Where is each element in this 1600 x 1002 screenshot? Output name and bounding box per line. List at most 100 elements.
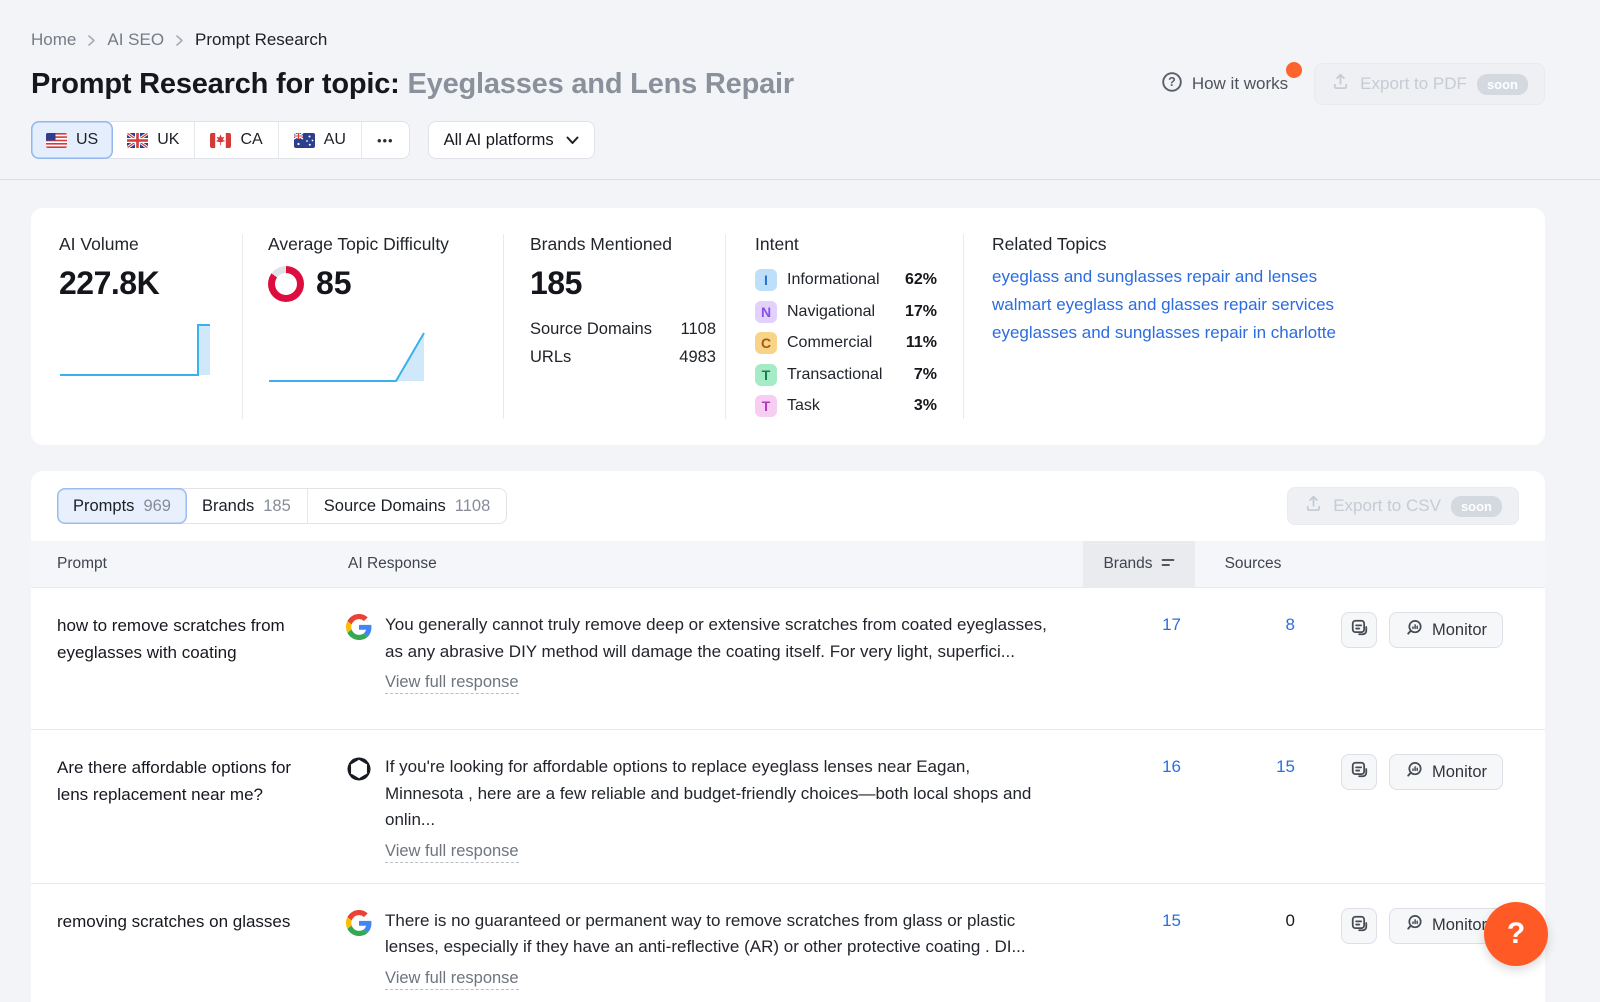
intent-row-commercial: C Commercial 11% <box>755 332 937 354</box>
brands-count-link[interactable]: 17 <box>1162 615 1181 634</box>
breadcrumb-ai-seo[interactable]: AI SEO <box>107 30 164 50</box>
brands-count-link[interactable]: 16 <box>1162 757 1181 776</box>
chevron-right-icon <box>88 35 95 46</box>
sort-icon <box>1161 555 1175 573</box>
brands-mentioned-value: 185 <box>530 265 725 302</box>
svg-text:?: ? <box>1168 75 1176 89</box>
prompt-text: removing scratches on glasses <box>31 908 346 935</box>
copy-report-icon <box>1350 760 1369 784</box>
table-header: Prompt AI Response Brands Sources <box>31 541 1545 587</box>
column-header-ai-response: AI Response <box>346 555 1083 573</box>
table-row: how to remove scratches from eyeglasses … <box>31 587 1545 729</box>
soon-badge: soon <box>1477 74 1528 95</box>
notification-dot <box>1286 62 1302 78</box>
intent-row-informational: I Informational 62% <box>755 269 937 291</box>
related-topic-link[interactable]: eyeglasses and sunglasses repair in char… <box>992 323 1517 343</box>
difficulty-label: Average Topic Difficulty <box>268 234 503 255</box>
table-row: removing scratches on glasses There is n… <box>31 883 1545 1002</box>
breadcrumb-current: Prompt Research <box>195 30 327 50</box>
table-row: Are there affordable options for lens re… <box>31 729 1545 883</box>
chevron-right-icon <box>176 35 183 46</box>
sources-count-link[interactable]: 15 <box>1276 757 1295 776</box>
copy-response-button[interactable] <box>1341 612 1377 648</box>
ai-platforms-dropdown[interactable]: All AI platforms <box>428 121 595 159</box>
ai-volume-value: 227.8K <box>59 265 242 302</box>
ai-response-text: You generally cannot truly remove deep o… <box>385 612 1053 665</box>
breadcrumb-home[interactable]: Home <box>31 30 76 50</box>
page-title: Prompt Research for topic: Eyeglasses an… <box>31 68 794 101</box>
uk-flag-icon <box>127 133 148 148</box>
prompt-text: how to remove scratches from eyeglasses … <box>31 612 346 666</box>
prompts-card: Prompts 969 Brands 185 Source Domains 11… <box>31 471 1545 1002</box>
related-topic-link[interactable]: eyeglass and sunglasses repair and lense… <box>992 267 1517 287</box>
data-tabs: Prompts 969 Brands 185 Source Domains 11… <box>57 488 507 524</box>
country-tab-us[interactable]: US <box>31 121 113 159</box>
google-icon <box>346 910 372 990</box>
country-tab-au[interactable]: AU <box>279 122 362 158</box>
transactional-badge: T <box>755 364 777 386</box>
breadcrumb: Home AI SEO Prompt Research <box>31 30 1545 50</box>
question-circle-icon: ? <box>1161 71 1183 98</box>
source-domains-stat: Source Domains1108 <box>530 320 716 339</box>
monitor-button[interactable]: Monitor <box>1389 754 1503 790</box>
topic-name: Eyeglasses and Lens Repair <box>408 68 794 100</box>
monitor-button[interactable]: Monitor <box>1389 612 1503 648</box>
export-pdf-button[interactable]: Export to PDF soon <box>1314 63 1545 105</box>
monitor-magnifier-icon <box>1405 619 1423 642</box>
related-topic-link[interactable]: walmart eyeglass and glasses repair serv… <box>992 295 1517 315</box>
tab-prompts[interactable]: Prompts 969 <box>57 488 187 524</box>
intent-row-task: T Task 3% <box>755 395 937 417</box>
prompt-text: Are there affordable options for lens re… <box>31 754 346 808</box>
chevron-down-icon <box>566 131 579 150</box>
intent-label: Intent <box>755 234 963 255</box>
task-badge: T <box>755 395 777 417</box>
tab-brands[interactable]: Brands 185 <box>186 489 308 523</box>
ai-volume-sparkline <box>59 322 219 378</box>
copy-response-button[interactable] <box>1341 908 1377 944</box>
column-header-sources[interactable]: Sources <box>1195 555 1311 573</box>
how-it-works-link[interactable]: ? How it works <box>1161 71 1298 98</box>
export-csv-button[interactable]: Export to CSV soon <box>1287 487 1519 525</box>
intent-row-transactional: T Transactional 7% <box>755 364 937 386</box>
copy-report-icon <box>1350 618 1369 642</box>
tab-source-domains[interactable]: Source Domains 1108 <box>308 489 506 523</box>
view-full-response-link[interactable]: View full response <box>385 969 519 990</box>
column-header-prompt: Prompt <box>31 555 346 573</box>
copy-response-button[interactable] <box>1341 754 1377 790</box>
copy-report-icon <box>1350 914 1369 938</box>
navigational-badge: N <box>755 301 777 323</box>
more-countries-button[interactable]: ••• <box>362 122 409 158</box>
upload-icon <box>1304 494 1323 518</box>
stats-card: AI Volume 227.8K Average Topic Difficult… <box>31 208 1545 445</box>
soon-badge: soon <box>1451 496 1502 517</box>
urls-stat: URLs4983 <box>530 348 716 367</box>
brands-count-link[interactable]: 15 <box>1162 911 1181 930</box>
upload-icon <box>1331 72 1350 96</box>
commercial-badge: C <box>755 332 777 354</box>
difficulty-value: 85 <box>316 265 352 302</box>
difficulty-gauge <box>268 266 304 302</box>
ai-response-text: If you're looking for affordable options… <box>385 754 1053 834</box>
ca-flag-icon <box>210 133 231 148</box>
intent-row-navigational: N Navigational 17% <box>755 301 937 323</box>
country-selector: US UK CA AU ••• <box>31 121 410 159</box>
sources-count: 0 <box>1286 911 1295 930</box>
ai-volume-label: AI Volume <box>59 234 242 255</box>
brands-mentioned-label: Brands Mentioned <box>530 234 725 255</box>
country-tab-uk[interactable]: UK <box>112 122 195 158</box>
view-full-response-link[interactable]: View full response <box>385 842 519 863</box>
monitor-magnifier-icon <box>1405 914 1423 937</box>
monitor-magnifier-icon <box>1405 761 1423 784</box>
view-full-response-link[interactable]: View full response <box>385 673 519 694</box>
country-tab-ca[interactable]: CA <box>195 122 278 158</box>
help-button[interactable]: ? <box>1484 902 1548 966</box>
column-header-brands[interactable]: Brands <box>1083 541 1195 587</box>
sources-count-link[interactable]: 8 <box>1286 615 1295 634</box>
informational-badge: I <box>755 269 777 291</box>
us-flag-icon <box>46 133 67 148</box>
ai-response-text: There is no guaranteed or permanent way … <box>385 908 1053 961</box>
related-topics-label: Related Topics <box>992 234 1517 255</box>
difficulty-sparkline <box>268 328 428 384</box>
google-icon <box>346 614 372 694</box>
au-flag-icon <box>294 133 315 148</box>
